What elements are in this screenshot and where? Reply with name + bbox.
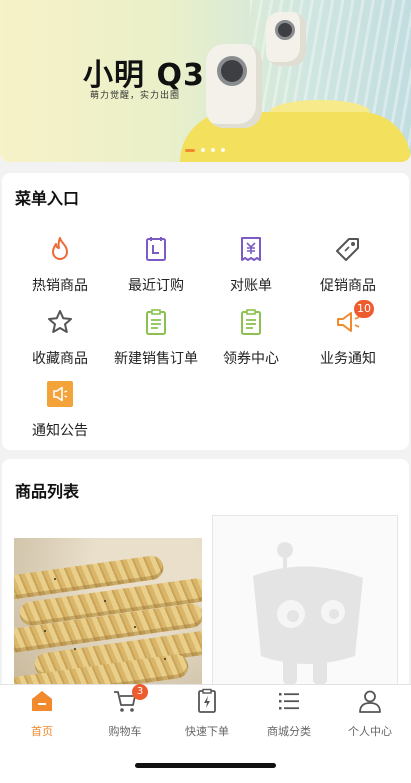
banner-camera-small	[266, 12, 306, 66]
product-card[interactable]	[212, 515, 398, 689]
product-card[interactable]	[14, 515, 202, 689]
calendar-icon	[142, 235, 170, 263]
product-list-title: 商品列表	[15, 482, 80, 501]
menu-item-label: 对账单	[230, 278, 272, 294]
menu-item-recent-orders[interactable]: 最近订购	[106, 235, 206, 295]
clipboard-icon	[142, 308, 170, 336]
cart-icon: 3	[112, 684, 148, 714]
tab-label: 快速下单	[185, 725, 229, 738]
product-image	[14, 538, 202, 689]
menu-item-statement[interactable]: 对账单	[201, 235, 301, 295]
menu-item-new-sales-order[interactable]: 新建销售订单	[106, 308, 206, 368]
tab-profile[interactable]: 个人中心	[329, 685, 411, 739]
tab-home[interactable]: 首页	[1, 685, 83, 739]
menu-item-coupon-center[interactable]: 领券中心	[201, 308, 301, 368]
menu-item-announcements[interactable]: 通知公告	[10, 380, 110, 440]
megaphone-icon: 10	[334, 300, 374, 336]
cart-badge: 3	[132, 684, 148, 700]
menu-item-label: 促销商品	[320, 278, 376, 294]
menu-item-label: 通知公告	[32, 423, 88, 439]
pagination-dot[interactable]	[211, 148, 215, 152]
tag-icon	[334, 235, 362, 263]
banner-camera-large	[206, 44, 262, 128]
placeholder-mascot-icon	[253, 542, 363, 684]
tab-quick-order[interactable]: 快速下单	[166, 685, 248, 739]
pagination-dot[interactable]	[221, 148, 225, 152]
announcement-icon	[46, 380, 74, 408]
user-icon	[357, 688, 383, 714]
tab-label: 购物车	[108, 725, 142, 738]
tab-label: 首页	[31, 725, 53, 738]
tab-cart[interactable]: 3 购物车	[84, 684, 166, 739]
category-list-icon	[276, 688, 302, 714]
clipboard-icon	[237, 308, 265, 336]
star-icon	[46, 308, 74, 336]
tab-label: 个人中心	[348, 725, 392, 738]
menu-item-label: 最近订购	[128, 278, 184, 294]
notification-badge: 10	[354, 300, 374, 318]
pagination-dot[interactable]	[201, 148, 205, 152]
home-indicator[interactable]	[135, 763, 276, 768]
menu-item-label: 热销商品	[32, 278, 88, 294]
bottom-tab-bar: 首页 3 购物车 快速下单 商城分类 个人中心	[0, 684, 411, 783]
menu-section: 菜单入口 热销商品 最近订购 对账单 促销商品 收藏商品 新建销售订单 领券中心…	[2, 173, 409, 450]
tab-label: 商城分类	[267, 725, 311, 738]
menu-section-title: 菜单入口	[15, 189, 80, 208]
menu-item-label: 领券中心	[223, 351, 279, 367]
promo-banner[interactable]: 小明 Q3 萌力觉醒，实力出圈	[0, 0, 411, 162]
menu-item-label: 新建销售订单	[114, 351, 198, 367]
receipt-icon	[237, 235, 265, 263]
menu-item-favorites[interactable]: 收藏商品	[10, 308, 110, 368]
tab-categories[interactable]: 商城分类	[248, 685, 330, 739]
product-list-section: 商品列表	[2, 459, 409, 689]
menu-item-label: 收藏商品	[32, 351, 88, 367]
home-icon	[29, 688, 55, 714]
flame-icon	[46, 235, 74, 263]
menu-item-business-notice[interactable]: 10 业务通知	[298, 300, 398, 368]
menu-item-hot-products[interactable]: 热销商品	[10, 235, 110, 295]
menu-item-promotions[interactable]: 促销商品	[298, 235, 398, 295]
banner-pagination	[185, 148, 225, 152]
quick-order-icon	[194, 688, 220, 714]
banner-subtitle: 萌力觉醒，实力出圈	[90, 91, 181, 101]
menu-item-label: 业务通知	[320, 351, 376, 367]
pagination-dot[interactable]	[185, 148, 195, 152]
